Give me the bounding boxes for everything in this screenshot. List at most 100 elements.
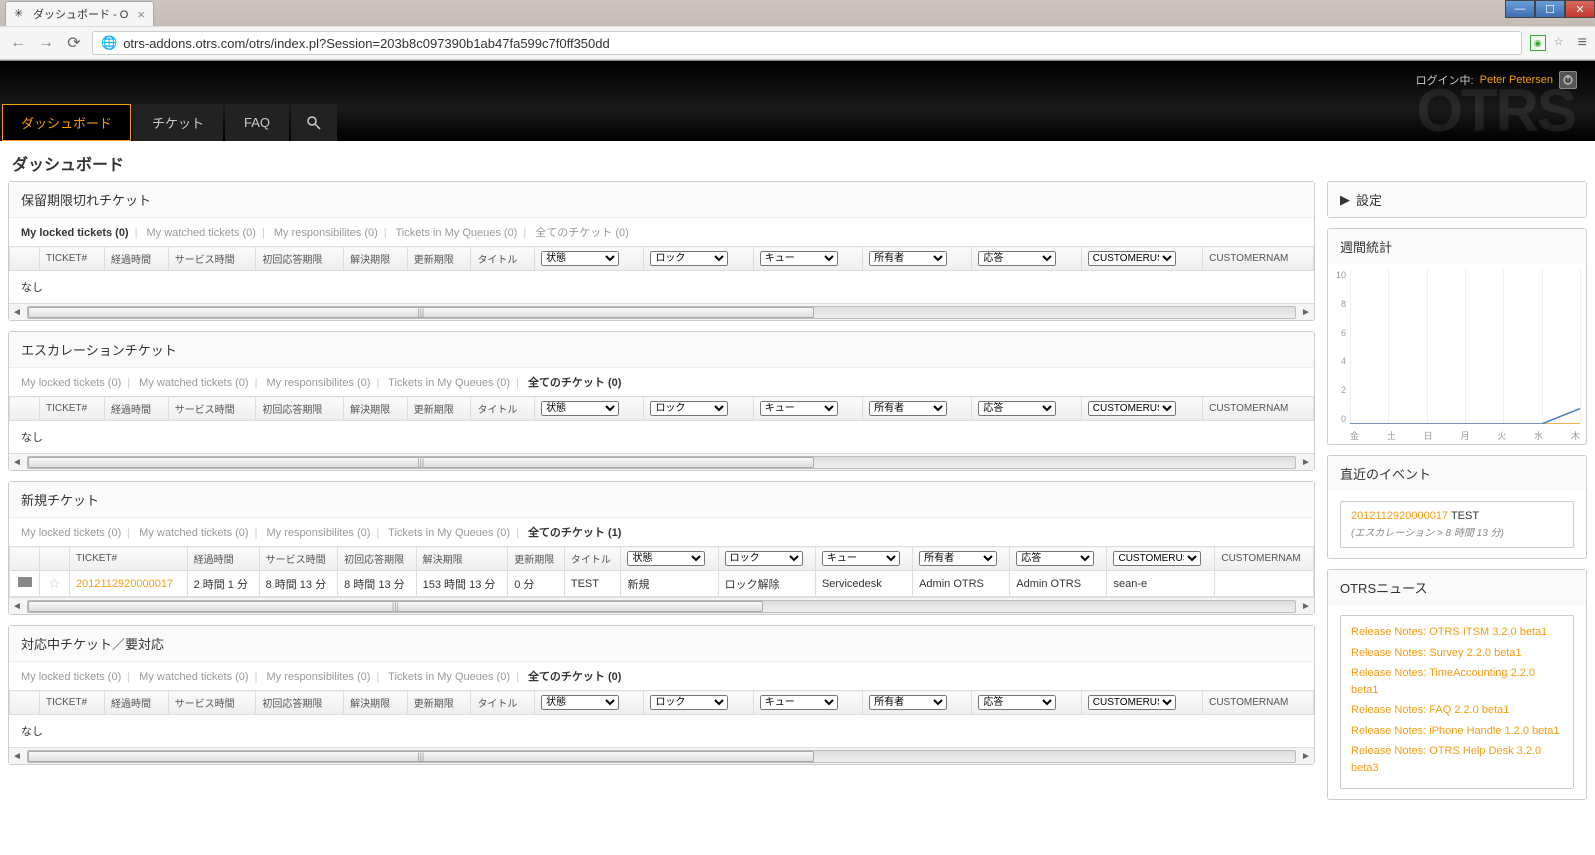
hscroll[interactable]: ◄|||► [9, 747, 1314, 764]
state-filter[interactable]: 状態 [541, 695, 619, 710]
owner-filter[interactable]: 所有者 [869, 401, 947, 416]
col-state[interactable]: 状態 [535, 397, 644, 421]
col-title[interactable]: タイトル [471, 691, 535, 715]
col-update[interactable]: 更新期限 [407, 691, 471, 715]
filter-responsible[interactable]: My responsibilites (0) [267, 377, 371, 389]
col-ticket[interactable]: TICKET# [40, 247, 105, 271]
col-title[interactable]: タイトル [471, 397, 535, 421]
news-link[interactable]: Release Notes: OTRS Help Desk 3.2.0 beta… [1351, 743, 1563, 776]
filter-queues[interactable]: Tickets in My Queues (0) [396, 227, 518, 239]
col-customername[interactable]: CUSTOMERNAM [1203, 691, 1314, 715]
col-service[interactable]: サービス時間 [259, 547, 338, 571]
col-queue[interactable]: キュー [753, 397, 862, 421]
filter-locked[interactable]: My locked tickets (0) [21, 671, 121, 683]
filter-locked[interactable]: My locked tickets (0) [21, 527, 121, 539]
window-maximize[interactable]: ☐ [1535, 0, 1565, 18]
col-queue[interactable]: キュー [753, 247, 862, 271]
lock-filter[interactable]: ロック [725, 551, 803, 566]
sidebar-settings[interactable]: ▶設定 [1327, 181, 1587, 218]
col-elapsed[interactable]: 経過時間 [105, 691, 169, 715]
news-link[interactable]: Release Notes: TimeAccounting 2.2.0 beta… [1351, 665, 1563, 698]
filter-responsible[interactable]: My responsibilites (0) [267, 527, 371, 539]
col-update[interactable]: 更新期限 [508, 547, 565, 571]
col-customername[interactable]: CUSTOMERNAM [1203, 397, 1314, 421]
filter-queues[interactable]: Tickets in My Queues (0) [388, 671, 510, 683]
col-customeruser[interactable]: CUSTOMERUS [1081, 247, 1202, 271]
col-service[interactable]: サービス時間 [168, 247, 256, 271]
col-solution[interactable]: 解決期限 [416, 547, 508, 571]
col-elapsed[interactable]: 経過時間 [105, 397, 169, 421]
col-state[interactable]: 状態 [535, 691, 644, 715]
col-ticket[interactable]: TICKET# [40, 397, 105, 421]
customeruser-filter[interactable]: CUSTOMERUS [1113, 551, 1201, 566]
user-link[interactable]: Peter Petersen [1480, 74, 1553, 86]
filter-watched[interactable]: My watched tickets (0) [139, 671, 248, 683]
responsible-filter[interactable]: 応答 [978, 401, 1056, 416]
filter-all[interactable]: 全てのチケット (1) [528, 527, 622, 539]
back-button[interactable]: ← [8, 33, 28, 53]
col-responsible[interactable]: 応答 [972, 691, 1081, 715]
col-first-response[interactable]: 初回応答期限 [338, 547, 417, 571]
col-queue[interactable]: キュー [753, 691, 862, 715]
nav-dashboard[interactable]: ダッシュボード [2, 104, 131, 141]
lock-filter[interactable]: ロック [650, 695, 728, 710]
col-first-response[interactable]: 初回応答期限 [256, 247, 344, 271]
filter-watched[interactable]: My watched tickets (0) [139, 527, 248, 539]
owner-filter[interactable]: 所有者 [869, 251, 947, 266]
hscroll[interactable]: ◄|||► [9, 303, 1314, 320]
col-customername[interactable]: CUSTOMERNAM [1215, 547, 1314, 571]
forward-button[interactable]: → [36, 33, 56, 53]
filter-queues[interactable]: Tickets in My Queues (0) [388, 527, 510, 539]
address-bar[interactable]: 🌐 otrs-addons.otrs.com/otrs/index.pl?Ses… [92, 31, 1522, 55]
news-link[interactable]: Release Notes: OTRS ITSM 3.2.0 beta1 [1351, 624, 1563, 641]
filter-watched[interactable]: My watched tickets (0) [147, 227, 256, 239]
filter-all[interactable]: 全てのチケット (0) [528, 671, 622, 683]
col-title[interactable]: タイトル [471, 247, 535, 271]
filter-queues[interactable]: Tickets in My Queues (0) [388, 377, 510, 389]
news-link[interactable]: Release Notes: FAQ 2.2.0 beta1 [1351, 702, 1563, 719]
ticket-link[interactable]: 2012112920000017 [76, 578, 173, 590]
filter-locked[interactable]: My locked tickets (0) [21, 377, 121, 389]
filter-all[interactable]: 全てのチケット (0) [535, 227, 629, 239]
state-filter[interactable]: 状態 [627, 551, 705, 566]
state-filter[interactable]: 状態 [541, 251, 619, 266]
col-title[interactable]: タイトル [564, 547, 621, 571]
star-cell[interactable]: ☆ [40, 571, 70, 597]
nav-faq[interactable]: FAQ [225, 104, 289, 141]
filter-responsible[interactable]: My responsibilites (0) [274, 227, 378, 239]
event-ticket-link[interactable]: 2012112920000017 [1351, 510, 1448, 522]
owner-filter[interactable]: 所有者 [869, 695, 947, 710]
tab-close-icon[interactable]: × [137, 7, 145, 22]
news-link[interactable]: Release Notes: iPhone Handle 1.2.0 beta1 [1351, 723, 1563, 740]
col-lock[interactable]: ロック [718, 547, 815, 571]
filter-watched[interactable]: My watched tickets (0) [139, 377, 248, 389]
customeruser-filter[interactable]: CUSTOMERUS [1088, 401, 1176, 416]
col-solution[interactable]: 解決期限 [344, 397, 408, 421]
col-first-response[interactable]: 初回応答期限 [256, 397, 344, 421]
reload-button[interactable]: ⟳ [64, 33, 84, 53]
bookmark-star-icon[interactable]: ☆ [1554, 35, 1570, 51]
col-first-response[interactable]: 初回応答期限 [256, 691, 344, 715]
responsible-filter[interactable]: 応答 [1016, 551, 1094, 566]
col-owner[interactable]: 所有者 [863, 397, 972, 421]
extension-icon[interactable]: ◉ [1530, 35, 1546, 51]
col-state[interactable]: 状態 [535, 247, 644, 271]
col-lock[interactable]: ロック [644, 247, 753, 271]
queue-filter[interactable]: キュー [822, 551, 900, 566]
col-owner[interactable]: 所有者 [913, 547, 1010, 571]
lock-filter[interactable]: ロック [650, 401, 728, 416]
responsible-filter[interactable]: 応答 [978, 695, 1056, 710]
col-responsible[interactable]: 応答 [972, 397, 1081, 421]
col-solution[interactable]: 解決期限 [344, 247, 408, 271]
col-lock[interactable]: ロック [644, 397, 753, 421]
col-queue[interactable]: キュー [815, 547, 912, 571]
col-update[interactable]: 更新期限 [407, 397, 471, 421]
col-customeruser[interactable]: CUSTOMERUS [1081, 691, 1202, 715]
window-close[interactable]: ✕ [1565, 0, 1595, 18]
hscroll[interactable]: ◄|||► [9, 453, 1314, 470]
browser-tab[interactable]: ✳ ダッシュボード - O × [5, 1, 154, 26]
flag-cell[interactable] [10, 571, 40, 597]
lock-filter[interactable]: ロック [650, 251, 728, 266]
col-customername[interactable]: CUSTOMERNAM [1203, 247, 1314, 271]
col-ticket[interactable]: TICKET# [70, 547, 188, 571]
